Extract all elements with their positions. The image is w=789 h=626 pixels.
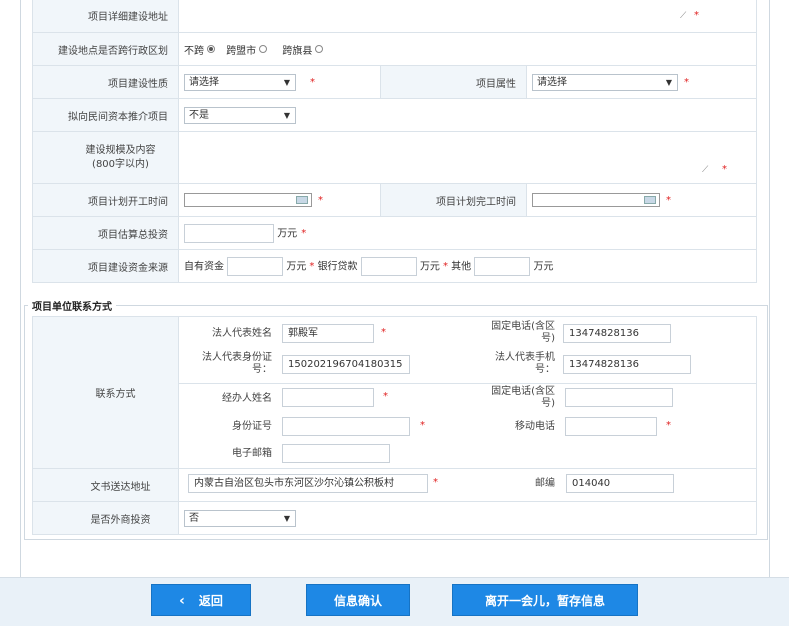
project-form-table: 项目详细建设地址 ⟋ * 建设地点是否跨行政区划 不跨 跨盟市 跨旗县 项目建设… (32, 0, 757, 283)
cross-region-options: 不跨 跨盟市 跨旗县 (178, 32, 757, 66)
option-not-cross-label: 不跨 (184, 45, 204, 57)
legal-id-input[interactable]: 150202196704180315 (282, 355, 410, 374)
dropdown-arrow-icon: ▼ (283, 110, 290, 120)
contact-divider (178, 383, 757, 384)
contact-method-label: 联系方式 (32, 316, 179, 469)
detail-address-field[interactable]: ⟋ * (178, 0, 757, 33)
radio-not-cross[interactable] (207, 45, 215, 53)
start-time-label: 项目计划开工时间 (32, 183, 179, 217)
other-input[interactable] (474, 256, 531, 276)
save-later-button[interactable]: 离开一会儿，暂存信息 (452, 584, 638, 616)
required-mark: * (310, 77, 315, 88)
private-capital-field: 不是 ▼ (178, 98, 757, 132)
bank-loan-label: 银行贷款 (317, 261, 358, 272)
required-mark: * (381, 327, 386, 338)
confirm-button[interactable]: 信息确认 (306, 584, 410, 616)
legal-mobile-input[interactable]: 13474828136 (563, 355, 691, 374)
delivery-address-label: 文书送达地址 (32, 468, 179, 502)
unit-label: 万元 (277, 228, 298, 239)
required-mark: * (309, 261, 315, 272)
handler-fixed-phone-input[interactable] (565, 388, 673, 407)
investment-field: 万元 * (178, 216, 757, 250)
dropdown-arrow-icon: ▼ (665, 77, 672, 87)
nature-label: 项目建设性质 (32, 65, 179, 99)
unit-label: 万元 (419, 261, 440, 272)
foreign-investment-select[interactable]: 否 ▼ (184, 509, 296, 527)
required-mark: * (383, 391, 388, 402)
delivery-address-input[interactable]: 内蒙古自治区包头市东河区沙尔沁镇公积板村 (188, 474, 428, 493)
required-mark: * (684, 77, 689, 88)
nature-field: 请选择 ▼ * (178, 65, 381, 99)
attribute-field: 请选择 ▼ * (526, 65, 757, 99)
resize-handle-icon[interactable]: ⟋ (702, 165, 708, 175)
required-mark: * (301, 228, 307, 239)
required-mark: * (722, 164, 727, 175)
fixed-phone-input[interactable]: 13474828136 (563, 324, 671, 343)
required-mark: * (666, 420, 671, 431)
start-date-input[interactable] (184, 193, 312, 207)
handler-fixed-phone-label: 固定电话(含区 号) (491, 386, 555, 409)
radio-cross-banner[interactable] (315, 45, 324, 53)
contact-section-title: 项目单位联系方式 (28, 298, 116, 313)
fund-source-label: 项目建设资金来源 (32, 249, 179, 283)
resize-handle-icon[interactable]: ⟋ (680, 11, 686, 21)
page: 项目详细建设地址 ⟋ * 建设地点是否跨行政区划 不跨 跨盟市 跨旗县 项目建设… (0, 0, 789, 626)
radio-cross-league[interactable] (259, 45, 268, 53)
own-funds-input[interactable] (227, 256, 284, 276)
end-date-input[interactable] (532, 193, 660, 207)
legal-rep-name-input[interactable]: 郭殿军 (282, 324, 374, 343)
scale-textarea[interactable]: ⟋ * (178, 131, 757, 184)
legal-rep-name-label: 法人代表姓名 (212, 328, 272, 339)
postcode-input[interactable]: 014040 (566, 474, 674, 493)
legal-id-label: 法人代表身份证 号： (202, 352, 272, 375)
required-mark: * (694, 10, 699, 21)
attribute-select[interactable]: 请选择 ▼ (532, 73, 678, 91)
mobile-input[interactable] (565, 417, 657, 436)
end-time-field: * (526, 183, 757, 217)
end-time-label: 项目计划完工时间 (380, 183, 527, 217)
foreign-investment-label: 是否外商投资 (32, 501, 179, 535)
dropdown-arrow-icon: ▼ (283, 513, 290, 523)
back-button[interactable]: ‹ 返回 (151, 584, 251, 616)
cross-region-label: 建设地点是否跨行政区划 (32, 32, 179, 66)
option-cross-banner-label: 跨旗县 (282, 45, 313, 57)
email-label: 电子邮箱 (232, 448, 272, 459)
email-input[interactable] (282, 444, 390, 463)
other-label: 其他 (451, 261, 472, 272)
required-mark: * (318, 195, 323, 206)
legal-mobile-label: 法人代表手机 号： (495, 352, 555, 375)
required-mark: * (420, 420, 425, 431)
dropdown-arrow-icon: ▼ (283, 77, 290, 87)
calendar-icon[interactable] (296, 196, 308, 204)
required-mark: * (433, 477, 438, 488)
foreign-investment-field: 否 ▼ (178, 501, 757, 535)
calendar-icon[interactable] (644, 196, 656, 204)
own-funds-label: 自有资金 (184, 261, 224, 272)
unit-label: 万元 (286, 261, 307, 272)
fixed-phone-label: 固定电话(含区 号) (491, 321, 555, 344)
option-cross-league-label: 跨盟市 (226, 45, 257, 57)
required-mark: * (666, 195, 671, 206)
mobile-label: 移动电话 (515, 421, 555, 432)
fund-source-field: 自有资金 万元 * 银行贷款 万元 * 其他 万元 (178, 249, 757, 283)
private-capital-select[interactable]: 不是 ▼ (184, 106, 296, 124)
investment-label: 项目估算总投资 (32, 216, 179, 250)
postcode-label: 邮编 (535, 478, 555, 489)
chevron-left-icon: ‹ (179, 593, 185, 609)
handler-name-label: 经办人姓名 (222, 393, 272, 404)
scale-label: 建设规模及内容 (800字以内) (32, 131, 179, 184)
investment-input[interactable] (184, 223, 274, 243)
required-mark: * (442, 261, 448, 272)
bank-loan-input[interactable] (360, 256, 417, 276)
id-number-label: 身份证号 (232, 421, 272, 432)
attribute-label: 项目属性 (380, 65, 527, 99)
nature-select[interactable]: 请选择 ▼ (184, 73, 296, 91)
unit-label: 万元 (533, 261, 554, 272)
handler-name-input[interactable] (282, 388, 374, 407)
id-number-input[interactable] (282, 417, 410, 436)
start-time-field: * (178, 183, 381, 217)
private-capital-label: 拟向民间资本推介项目 (32, 98, 179, 132)
detail-address-label: 项目详细建设地址 (32, 0, 179, 33)
